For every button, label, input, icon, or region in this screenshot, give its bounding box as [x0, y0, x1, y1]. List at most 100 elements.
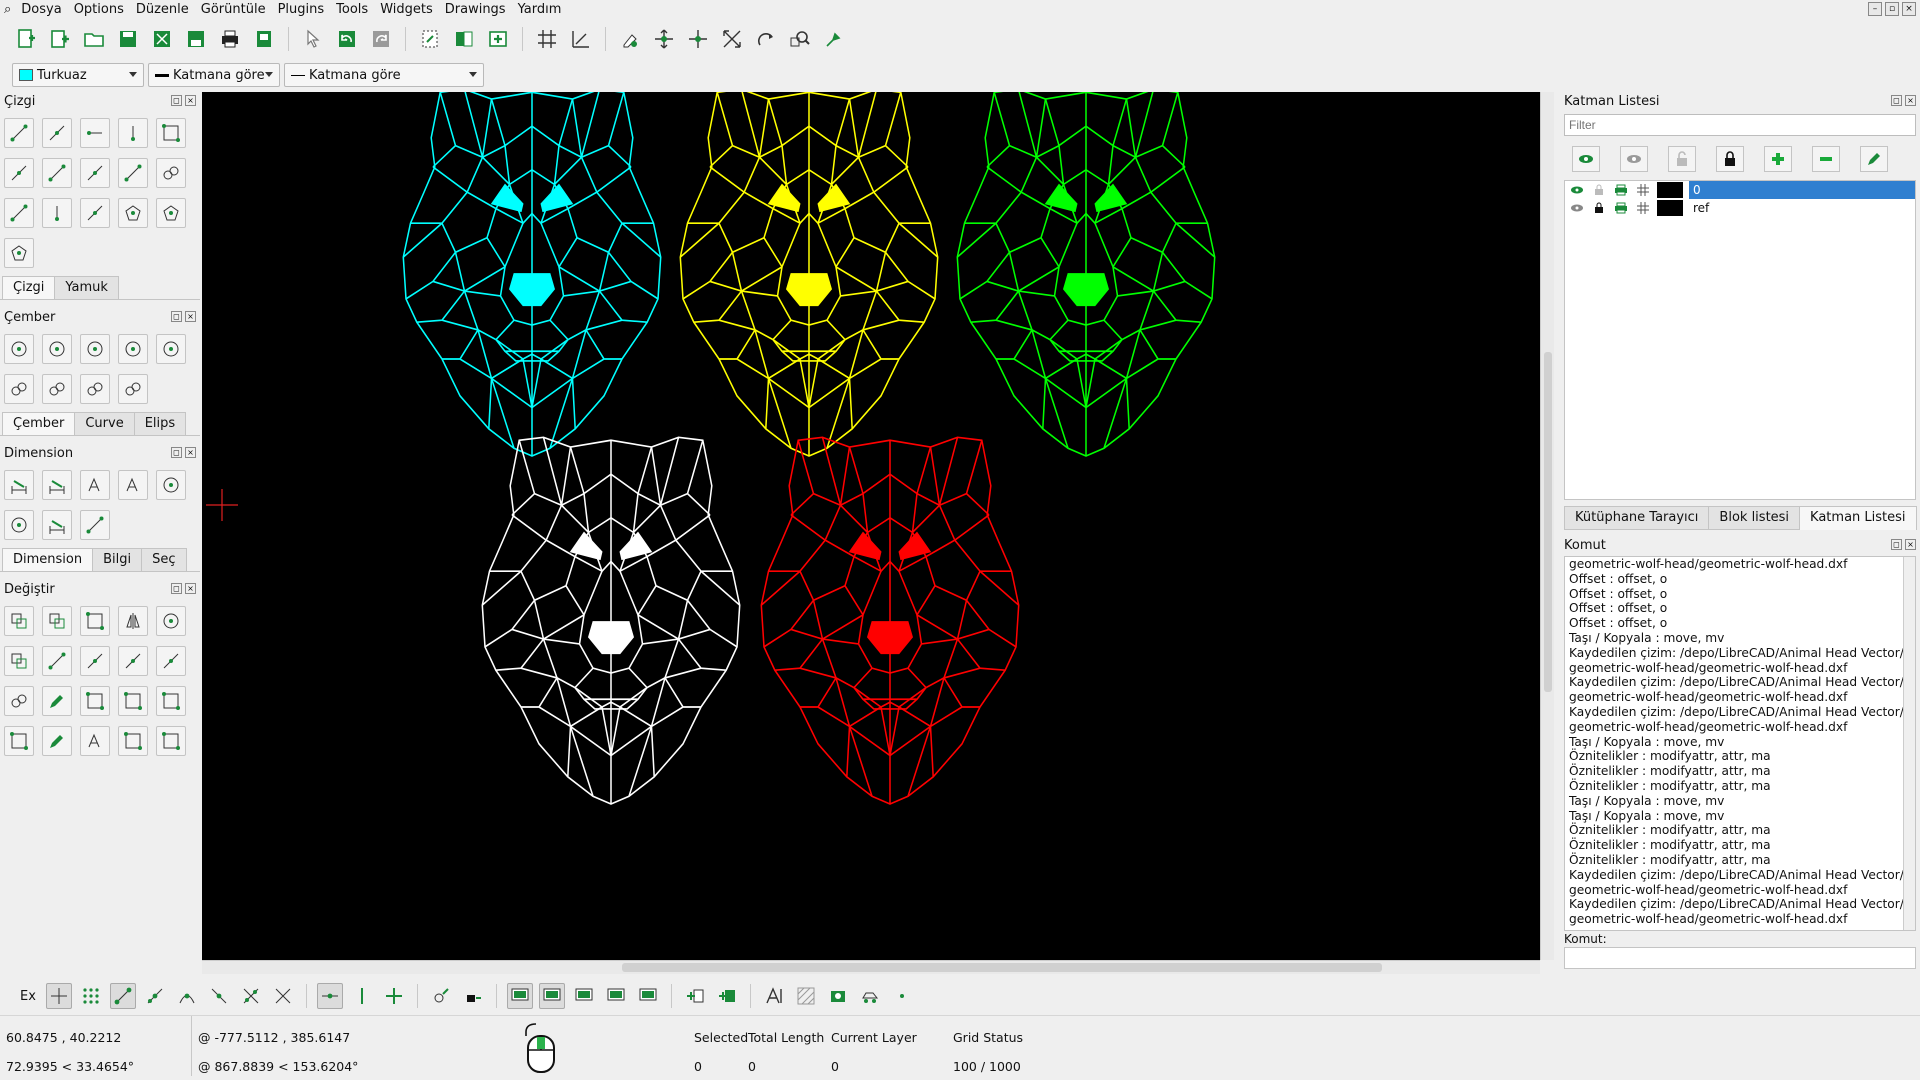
line-tool-poly-button[interactable]: [4, 238, 34, 268]
line-tool-poly-button[interactable]: [118, 198, 148, 228]
printer-icon[interactable]: [1613, 201, 1629, 215]
minimize-icon[interactable]: –: [1868, 2, 1882, 16]
modify-tool-angle-button[interactable]: [80, 646, 110, 676]
close-icon[interactable]: ×: [185, 447, 196, 458]
close-icon[interactable]: ×: [1905, 95, 1916, 106]
restrict-orthogonal-button[interactable]: [381, 983, 407, 1009]
line-tool-vert-button[interactable]: [118, 118, 148, 148]
construction-layer-icon[interactable]: [1635, 201, 1651, 215]
text-tool-button[interactable]: [761, 983, 787, 1009]
draft-mode-button[interactable]: [567, 25, 595, 53]
relative-zero-button[interactable]: [428, 983, 454, 1009]
show-all-layers-button[interactable]: [1572, 146, 1600, 172]
lock-icon[interactable]: [1591, 201, 1607, 215]
wolf-head-drawing[interactable]: [760, 436, 1020, 805]
horizontal-scrollbar[interactable]: [202, 960, 1540, 974]
dimension-tool-text-button[interactable]: [80, 470, 110, 500]
close-icon[interactable]: ×: [185, 583, 196, 594]
snap-middle-button[interactable]: [206, 983, 232, 1009]
wolf-head-drawing[interactable]: [956, 88, 1216, 457]
insert-block-button[interactable]: [682, 983, 708, 1009]
color-select[interactable]: Turkuaz: [12, 63, 144, 87]
command-input[interactable]: [1564, 947, 1916, 969]
layer-row[interactable]: ref: [1565, 199, 1915, 217]
linetype-select[interactable]: Katmana göre: [284, 63, 484, 87]
eye-icon[interactable]: [1569, 201, 1585, 215]
circle-tool-circles2-button[interactable]: [80, 374, 110, 404]
scrollbar-thumb[interactable]: [1544, 352, 1552, 692]
printer-icon[interactable]: [1613, 183, 1629, 197]
dimension-tool-circle-button[interactable]: [4, 510, 34, 540]
circle-tool-circle-button[interactable]: [42, 334, 72, 364]
close-icon[interactable]: ×: [185, 95, 196, 106]
modify-tool-angle-button[interactable]: [118, 646, 148, 676]
dimension-tool-dim-button[interactable]: [42, 470, 72, 500]
circle-tool-circles2-button[interactable]: [4, 374, 34, 404]
snap-endpoint-button[interactable]: [110, 983, 136, 1009]
menu-goruntule[interactable]: Görüntüle: [195, 0, 272, 20]
modify-tool-move-button[interactable]: [42, 606, 72, 636]
remove-layer-button[interactable]: [1812, 146, 1840, 172]
wolf-head-drawing[interactable]: [402, 88, 662, 457]
construction-layer-icon[interactable]: [1635, 183, 1651, 197]
redo-button[interactable]: [367, 25, 395, 53]
modify-tool-rect-button[interactable]: [80, 606, 110, 636]
tab-curve[interactable]: Curve: [74, 412, 135, 435]
line-tool-horiz-button[interactable]: [80, 118, 110, 148]
line-tool-rect-button[interactable]: [156, 118, 186, 148]
save-button[interactable]: [114, 25, 142, 53]
snap-on-entity-button[interactable]: [142, 983, 168, 1009]
print-button[interactable]: [216, 25, 244, 53]
zoom-pan-button[interactable]: [820, 25, 848, 53]
snap-free-button[interactable]: [46, 983, 72, 1009]
scrollbar-thumb[interactable]: [622, 963, 1382, 972]
tab-bilgi[interactable]: Bilgi: [92, 548, 143, 571]
wolf-head-drawing[interactable]: [679, 88, 939, 457]
tab-sec[interactable]: Seç: [141, 548, 187, 571]
copy-button[interactable]: [450, 25, 478, 53]
modify-tool-mirror-button[interactable]: [118, 606, 148, 636]
modify-tool-modify-button[interactable]: [42, 686, 72, 716]
menu-options[interactable]: Options: [68, 0, 130, 20]
close-icon[interactable]: ×: [1905, 539, 1916, 550]
undo-button[interactable]: [333, 25, 361, 53]
layer-row[interactable]: 0: [1565, 181, 1915, 199]
menu-tools[interactable]: Tools: [330, 0, 374, 20]
tab-dimension[interactable]: Dimension: [2, 548, 94, 571]
edit-layer-button[interactable]: [1860, 146, 1888, 172]
line-tool-angle-button[interactable]: [80, 158, 110, 188]
vertical-scrollbar[interactable]: [1903, 557, 1915, 930]
tab-block-list[interactable]: Blok listesi: [1708, 506, 1801, 530]
circle-tool-circles2-button[interactable]: [118, 374, 148, 404]
add-layer-button[interactable]: [1764, 146, 1792, 172]
modify-tool-modify-button[interactable]: [42, 726, 72, 756]
line-tool-circles2-button[interactable]: [156, 158, 186, 188]
lock-all-layers-button[interactable]: [1716, 146, 1744, 172]
modify-tool-move-button[interactable]: [4, 646, 34, 676]
float-icon[interactable]: ◻: [171, 447, 182, 458]
line-tool-angle-button[interactable]: [80, 198, 110, 228]
line-tool-poly-button[interactable]: [156, 198, 186, 228]
exclusive-snap-label[interactable]: Ex: [16, 989, 40, 1004]
paste-button[interactable]: [484, 25, 512, 53]
menu-yardim[interactable]: Yardım: [512, 0, 568, 20]
tab-library-browser[interactable]: Kütüphane Tarayıcı: [1564, 506, 1710, 530]
modify-tool-angle-button[interactable]: [156, 646, 186, 676]
linewidth-select[interactable]: Katmana göre: [148, 63, 280, 87]
close-icon[interactable]: ×: [1902, 2, 1916, 16]
modify-tool-rect-button[interactable]: [118, 686, 148, 716]
dimension-tool-text-button[interactable]: [118, 470, 148, 500]
menu-dosya[interactable]: Dosya: [15, 0, 67, 20]
select-pointer-button[interactable]: [299, 25, 327, 53]
wolf-head-drawing[interactable]: [481, 436, 741, 805]
view-mode-3-button[interactable]: [571, 983, 597, 1009]
restrict-vertical-button[interactable]: [349, 983, 375, 1009]
modify-tool-circles2-button[interactable]: [4, 686, 34, 716]
float-icon[interactable]: ◻: [1891, 95, 1902, 106]
restore-icon[interactable]: ▫: [1885, 2, 1899, 16]
print-preview-button[interactable]: [250, 25, 278, 53]
line-tool-line-button[interactable]: [118, 158, 148, 188]
save-all-button[interactable]: [182, 25, 210, 53]
line-tool-angle-button[interactable]: [42, 118, 72, 148]
line-tool-line-button[interactable]: [4, 118, 34, 148]
